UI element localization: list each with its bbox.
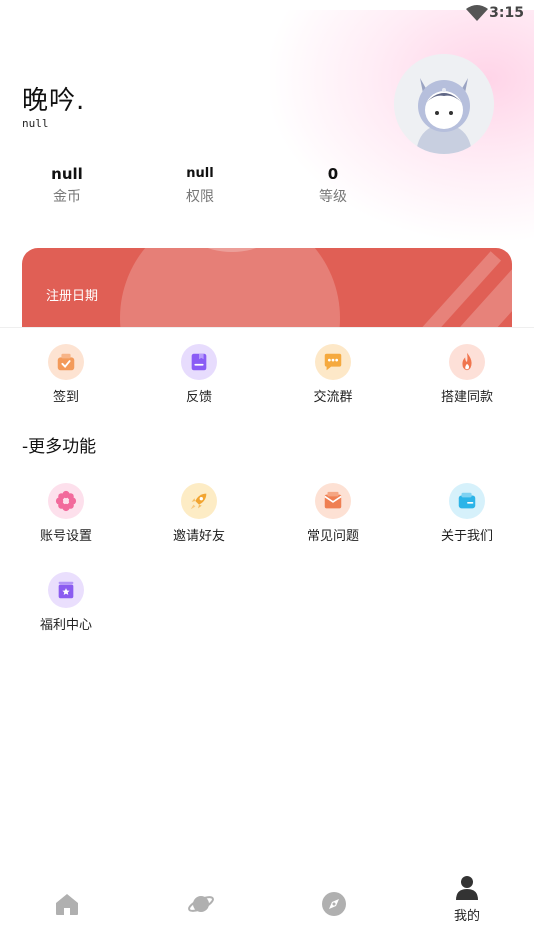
account-settings-label: 账号设置 — [39, 529, 92, 544]
compass-icon — [322, 892, 346, 916]
invite-friends-label: 邀请好友 — [172, 529, 225, 544]
feedback-label: 反馈 — [185, 390, 212, 405]
stat-level-label: 等级 — [319, 189, 347, 205]
avatar-illustration — [394, 54, 494, 154]
avatar[interactable] — [394, 54, 494, 154]
status-bar: 3:15 — [0, 0, 534, 28]
rocket-icon — [181, 483, 217, 519]
username: 晚吟. — [22, 86, 86, 116]
welfare-center-button[interactable]: 福利中心 — [16, 572, 116, 633]
gear-flower-icon — [48, 483, 84, 519]
nav-discover[interactable] — [171, 890, 231, 918]
mail-icon — [315, 483, 351, 519]
stat-permission-value: null — [186, 166, 214, 181]
chat-group-label: 交流群 — [313, 390, 353, 405]
welfare-center-label: 福利中心 — [39, 618, 92, 633]
about-us-label: 关于我们 — [440, 529, 493, 544]
wallet-icon — [449, 483, 485, 519]
registration-card[interactable]: 注册日期 — [22, 248, 512, 328]
status-time: 3:15 — [489, 5, 524, 21]
checkin-icon — [48, 344, 84, 380]
user-subtitle: null — [22, 117, 49, 130]
stat-permission-label: 权限 — [186, 189, 214, 205]
faq-label: 常见问题 — [306, 529, 359, 544]
build-same-label: 搭建同款 — [440, 390, 493, 405]
nav-mine[interactable]: 我的 — [437, 873, 497, 924]
chat-group-button[interactable]: 交流群 — [283, 344, 383, 405]
fire-icon — [449, 344, 485, 380]
about-us-button[interactable]: 关于我们 — [417, 483, 517, 544]
nav-explore[interactable] — [304, 890, 364, 918]
faq-button[interactable]: 常见问题 — [283, 483, 383, 544]
feedback-button[interactable]: 反馈 — [149, 344, 249, 405]
stat-coins[interactable]: null 金币 — [12, 164, 122, 206]
card-decor-circle — [120, 248, 340, 328]
stat-coins-label: 金币 — [53, 189, 81, 205]
star-box-icon — [48, 572, 84, 608]
user-icon — [456, 876, 478, 900]
build-same-button[interactable]: 搭建同款 — [417, 344, 517, 405]
checkin-button[interactable]: 签到 — [16, 344, 116, 405]
more-features-title: -更多功能 — [22, 437, 97, 457]
nav-mine-label: 我的 — [453, 909, 480, 924]
account-settings-button[interactable]: 账号设置 — [16, 483, 116, 544]
invite-friends-button[interactable]: 邀请好友 — [149, 483, 249, 544]
stat-coins-value: null — [51, 165, 83, 183]
stat-permission[interactable]: null 权限 — [145, 164, 255, 206]
divider — [0, 327, 534, 328]
feedback-icon — [181, 344, 217, 380]
stat-level-value: 0 — [327, 165, 339, 183]
nav-home[interactable] — [37, 890, 97, 918]
stat-level[interactable]: 0 等级 — [278, 164, 388, 206]
chat-group-icon — [315, 344, 351, 380]
planet-icon — [188, 896, 214, 912]
checkin-label: 签到 — [52, 390, 79, 405]
wifi-icon — [466, 5, 488, 21]
registration-date-label: 注册日期 — [46, 289, 99, 304]
home-icon — [56, 894, 78, 915]
